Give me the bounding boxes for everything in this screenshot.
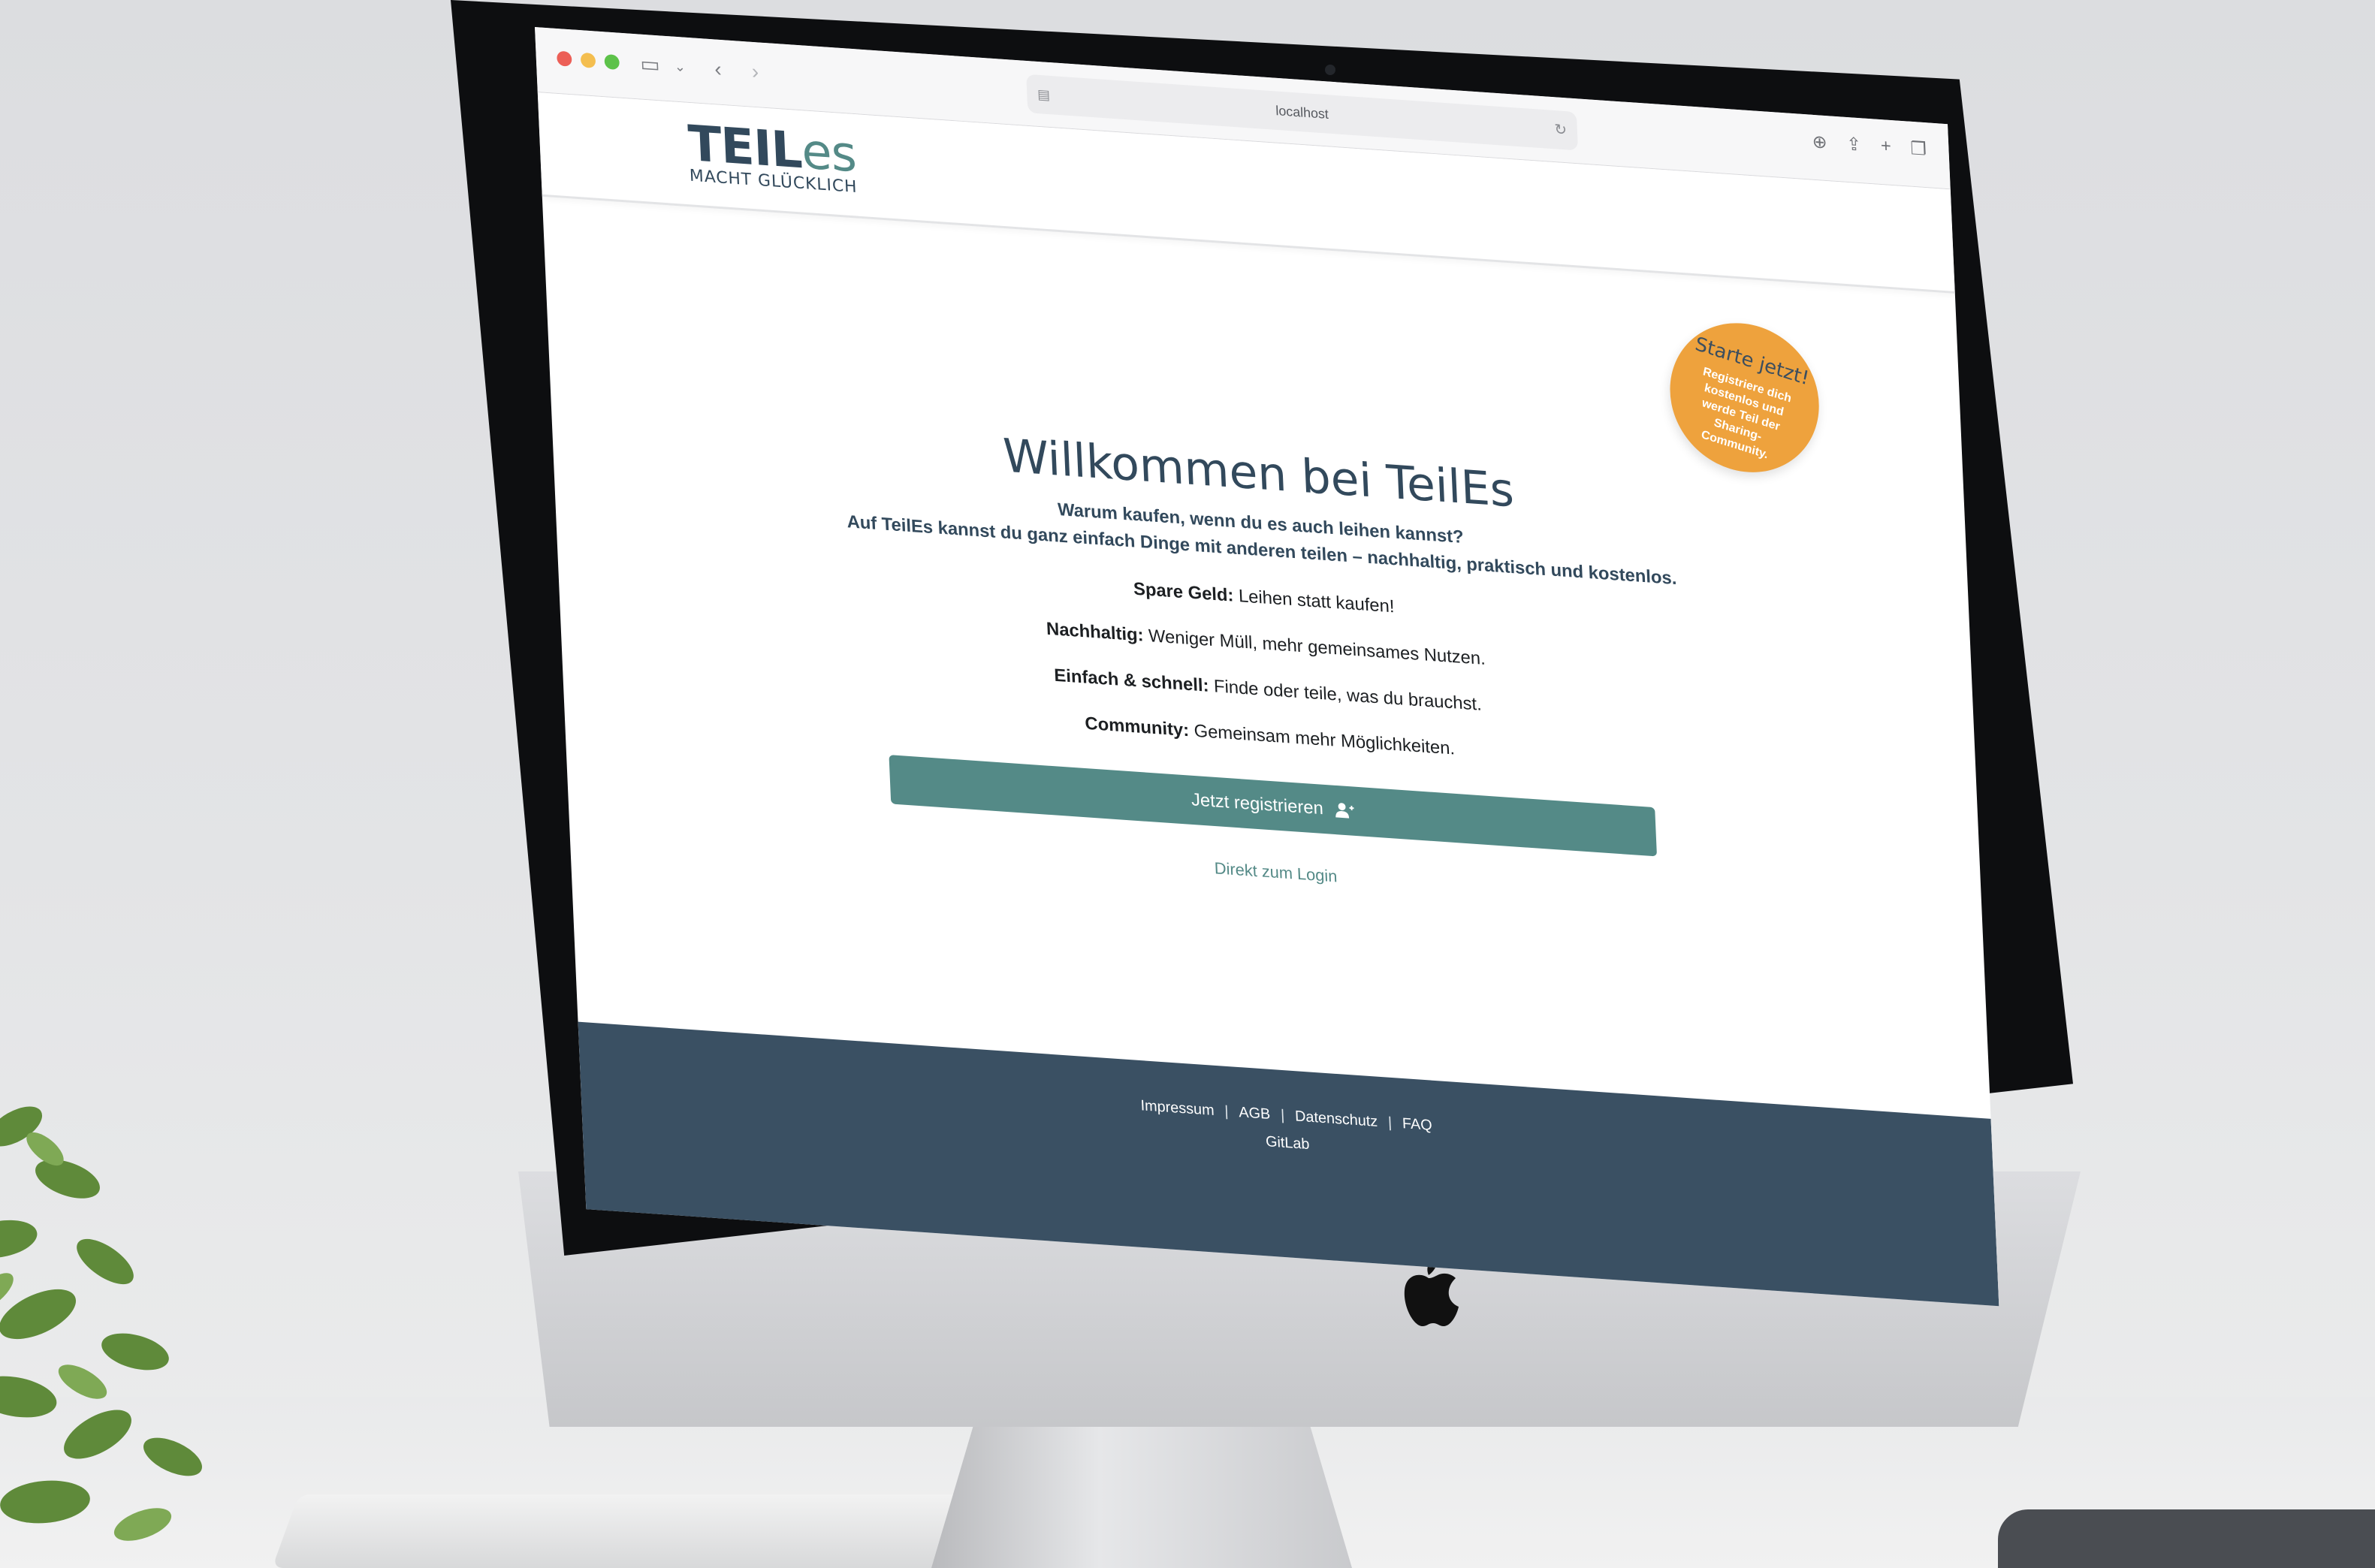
feature-label: Community: [1084,713,1190,741]
register-button-label: Jetzt registrieren [1191,789,1324,819]
close-window-button[interactable] [557,50,572,67]
photo-scene: ▭ ⌄ ‹ › ▤ localhost ↻ ⊕ ⇪ + ❐ TEILes MAC… [0,0,2375,1568]
desk-mat [1998,1509,2375,1568]
login-link[interactable]: Direkt zum Login [569,814,1983,930]
register-button[interactable]: Jetzt registrieren [889,755,1657,857]
start-now-badge: Starte jetzt! Registriere dich kostenlos… [1656,303,1833,492]
footer-link-faq[interactable]: FAQ [1402,1115,1433,1134]
page-icon: ▤ [1037,86,1051,103]
feature-label: Nachhaltig: [1046,619,1145,646]
footer-link-datenschutz[interactable]: Datenschutz [1295,1108,1378,1131]
feature-label: Einfach & schnell: [1053,665,1209,696]
chevron-down-icon[interactable]: ⌄ [674,54,686,79]
minimize-window-button[interactable] [580,52,596,68]
download-icon[interactable]: ⊕ [1812,131,1827,153]
main-content: Starte jetzt! Registriere dich kostenlos… [542,197,1991,1119]
back-arrow-icon[interactable]: ‹ [714,57,723,81]
forward-arrow-icon[interactable]: › [751,59,759,83]
footer-link-impressum[interactable]: Impressum [1140,1097,1215,1119]
hero-section: Willkommen bei TeilEs Warum kaufen, wenn… [551,397,1982,930]
keyboard [272,1494,975,1568]
footer-separator: | [1280,1107,1285,1124]
screen: ▭ ⌄ ‹ › ▤ localhost ↻ ⊕ ⇪ + ❐ TEILes MAC… [535,27,1999,1307]
share-icon[interactable]: ⇪ [1846,134,1862,156]
reload-icon[interactable]: ↻ [1553,110,1568,150]
feature-text: Gemeinsam mehr Möglichkeiten. [1188,720,1456,759]
footer-separator: | [1387,1114,1393,1132]
feature-label: Spare Geld: [1133,578,1234,606]
address-bar-url: localhost [1275,103,1329,122]
site-logo[interactable]: TEILes MACHT GLÜCKLICH [687,115,858,197]
footer-link-agb[interactable]: AGB [1239,1104,1271,1123]
sidebar-icon[interactable]: ▭ [640,52,661,77]
feature-text: Finde oder teile, was du brauchst. [1208,676,1483,715]
zoom-window-button[interactable] [604,53,620,71]
tabs-icon[interactable]: ❐ [1910,137,1927,160]
footer-link-gitlab[interactable]: GitLab [1266,1133,1310,1153]
footer-separator: | [1224,1103,1230,1120]
webcam [1325,65,1335,75]
feature-text: Leihen statt kaufen! [1233,585,1395,617]
plus-icon[interactable]: + [1880,136,1891,158]
user-plus-icon [1335,803,1354,819]
window-controls [557,50,620,71]
plant [0,1106,202,1541]
feature-text: Weniger Müll, mehr gemeinsames Nutzen. [1142,625,1486,669]
